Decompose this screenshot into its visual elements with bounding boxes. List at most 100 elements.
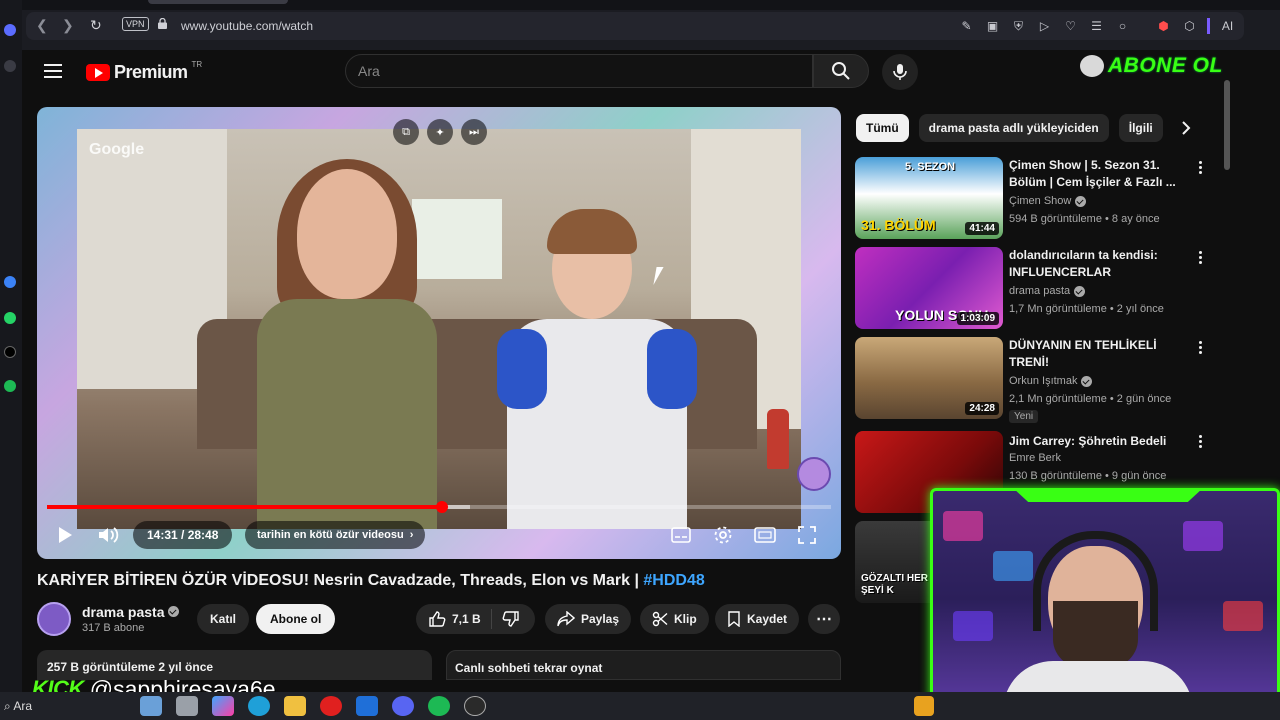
camera-icon[interactable]: ▣	[984, 18, 1001, 35]
lock-icon[interactable]	[158, 18, 167, 29]
widget-icon[interactable]	[140, 696, 162, 716]
extension-icon[interactable]: ⬢	[1155, 18, 1172, 35]
heart-icon[interactable]: ♡	[1062, 18, 1079, 35]
skip-next-icon[interactable]: ⏭	[461, 119, 487, 145]
like-button[interactable]: 7,1 B	[416, 609, 492, 629]
dislike-button[interactable]	[492, 610, 530, 628]
video-player[interactable]: Google ⧉ ✦ ⏭ 14:31 / 28:48 tarihin en kö…	[37, 107, 841, 559]
rec-title[interactable]: DÜNYANIN EN TEHLİKELİ TRENİ!	[1009, 337, 1181, 371]
theater-mode-button[interactable]	[751, 521, 779, 549]
spotify-icon[interactable]	[428, 696, 450, 716]
rec-channel-name[interactable]: drama pasta	[1009, 285, 1070, 297]
discord-icon[interactable]	[392, 696, 414, 716]
search-button[interactable]	[813, 54, 869, 88]
send-icon[interactable]: ▷	[1036, 18, 1053, 35]
video-frame[interactable]	[77, 129, 801, 529]
scissors-icon	[652, 611, 668, 627]
more-actions-button[interactable]: ⋯	[808, 604, 840, 634]
address-bar[interactable]: ❮ ❯ ↻ VPN www.youtube.com/watch ✎ ▣ ⛨ ▷ …	[26, 12, 1244, 40]
rec-channel[interactable]: Orkun Işıtmak	[1009, 375, 1093, 387]
play-button[interactable]	[51, 521, 79, 549]
whatsapp-icon[interactable]	[4, 312, 16, 324]
vpn-badge[interactable]: VPN	[122, 17, 149, 31]
twitch-icon[interactable]	[4, 276, 16, 288]
profile-icon[interactable]: ○	[1114, 18, 1131, 35]
volume-button[interactable]	[95, 521, 123, 549]
edit-icon[interactable]: ✎	[958, 18, 975, 35]
chip-related[interactable]: İlgili	[1118, 114, 1163, 142]
shield-icon[interactable]: ⛨	[1010, 18, 1027, 35]
active-tab[interactable]	[148, 0, 288, 4]
recommendation-item[interactable]: YOLUN SONU 1:03:09 dolandırıcıların ta k…	[855, 247, 1215, 333]
file-icon[interactable]	[176, 696, 198, 716]
more-vert-icon[interactable]	[1193, 251, 1207, 271]
menu-list-icon[interactable]: ☰	[1088, 18, 1105, 35]
recommendation-item[interactable]: 24:28 DÜNYANIN EN TEHLİKELİ TRENİ! Orkun…	[855, 337, 1215, 423]
bookmark-icon[interactable]	[4, 60, 16, 72]
opera-icon[interactable]	[320, 696, 342, 716]
x-icon[interactable]	[4, 346, 16, 358]
channel-name-text[interactable]: drama pasta	[82, 604, 164, 620]
back-icon[interactable]: ❮	[36, 17, 48, 34]
rec-channel[interactable]: Emre Berk	[1009, 452, 1061, 464]
miniplayer-icon[interactable]: ⧉	[393, 119, 419, 145]
video-thumbnail[interactable]: 5. SEZON 31. BÖLÜM 41:44	[855, 157, 1003, 239]
subtitles-button[interactable]	[667, 521, 695, 549]
taskbar-search[interactable]: ⌕ Ara	[4, 699, 32, 714]
sidebar-scrollbar[interactable]	[1224, 80, 1230, 170]
rec-title[interactable]: Jim Carrey: Şöhretin Bedeli	[1009, 433, 1181, 450]
chip-all[interactable]: Tümü	[856, 114, 909, 142]
fullscreen-button[interactable]	[793, 521, 821, 549]
rec-title[interactable]: Çimen Show | 5. Sezon 31. Bölüm | Cem İş…	[1009, 157, 1181, 191]
ai-icon[interactable]: AI	[1219, 18, 1236, 35]
hashtag-link[interactable]: #HDD48	[643, 572, 704, 589]
steam-icon[interactable]	[464, 696, 486, 716]
outlook-icon[interactable]	[356, 696, 378, 716]
voice-search-button[interactable]	[882, 54, 918, 90]
reload-icon[interactable]: ↻	[90, 17, 102, 34]
face	[297, 169, 397, 299]
video-thumbnail[interactable]: 24:28	[855, 337, 1003, 419]
menu-icon[interactable]	[44, 64, 62, 78]
live-chat-replay[interactable]: Canlı sohbeti tekrar oynat	[446, 650, 841, 680]
skull-icon	[1080, 55, 1104, 77]
rec-title[interactable]: dolandırıcıların ta kendisi: INFLUENCERL…	[1009, 247, 1181, 281]
recommendation-item[interactable]: 5. SEZON 31. BÖLÜM 41:44 Çimen Show | 5.…	[855, 157, 1215, 243]
more-vert-icon[interactable]	[1193, 161, 1207, 181]
forward-icon[interactable]: ❯	[62, 17, 74, 34]
spotify-icon[interactable]	[4, 380, 16, 392]
more-vert-icon[interactable]	[1193, 341, 1207, 361]
cube-icon[interactable]: ⬡	[1181, 18, 1198, 35]
search-input[interactable]	[346, 55, 812, 87]
url-text[interactable]: www.youtube.com/watch	[181, 19, 313, 33]
clip-button[interactable]: Klip	[640, 604, 709, 634]
share-button[interactable]: Paylaş	[545, 604, 632, 634]
video-thumbnail[interactable]: YOLUN SONU 1:03:09	[855, 247, 1003, 329]
like-dislike-group: 7,1 B	[416, 604, 535, 634]
filter-chips: Tümü drama pasta adlı yükleyiciden İlgil…	[856, 114, 1163, 142]
chips-next-button[interactable]	[1172, 114, 1200, 142]
explorer-icon[interactable]	[284, 696, 306, 716]
chip-from-uploader[interactable]: drama pasta adlı yükleyiciden	[918, 114, 1109, 142]
chapter-button[interactable]: tarihin en kötü özür videosu ›	[245, 521, 426, 549]
rec-channel[interactable]: drama pasta	[1009, 285, 1086, 297]
rec-channel-name[interactable]: Çimen Show	[1009, 195, 1071, 207]
more-vert-icon[interactable]	[1193, 435, 1207, 455]
copilot-icon[interactable]	[212, 696, 234, 716]
edge-icon[interactable]	[248, 696, 270, 716]
subscribe-button[interactable]: Abone ol	[256, 604, 336, 634]
rec-channel-name[interactable]: Emre Berk	[1009, 452, 1061, 464]
progress-bar[interactable]	[47, 501, 831, 513]
tray-app-icon[interactable]	[914, 696, 934, 716]
save-button[interactable]: Kaydet	[715, 604, 800, 634]
rec-channel[interactable]: Çimen Show	[1009, 195, 1087, 207]
channel-avatar[interactable]	[37, 602, 71, 636]
ai-sparkle-icon[interactable]: ✦	[427, 119, 453, 145]
channel-name[interactable]: drama pasta	[82, 604, 180, 620]
youtube-logo[interactable]: Premium TR	[86, 60, 202, 83]
rec-channel-name[interactable]: Orkun Işıtmak	[1009, 375, 1077, 387]
settings-button[interactable]	[709, 521, 737, 549]
join-button[interactable]: Katıl	[197, 604, 250, 634]
messenger-icon[interactable]	[4, 24, 16, 36]
channel-watermark-avatar[interactable]	[797, 457, 831, 491]
